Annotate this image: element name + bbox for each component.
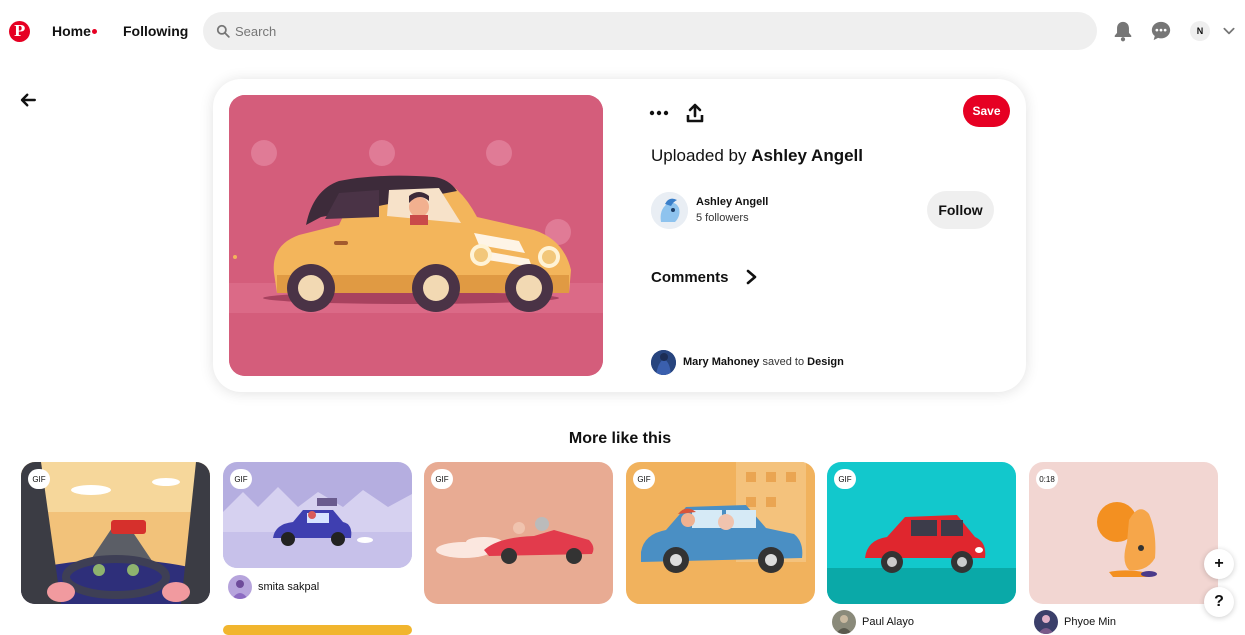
chevron-down-icon[interactable] [1222,24,1236,38]
saver-name-link[interactable]: Mary Mahoney [683,356,759,368]
saver-avatar[interactable] [651,350,676,375]
related-pin-tile[interactable] [223,625,412,635]
follow-button[interactable]: Follow [927,191,994,229]
video-duration-badge: 0:18 [1036,469,1058,489]
pinner-avatar [1034,610,1058,634]
related-pin-tile[interactable]: 0:18 [1029,462,1218,604]
pin-image[interactable] [229,95,603,376]
uploaded-by-prefix: Uploaded by [651,146,747,165]
pinner-name: Paul Alayo [862,616,914,628]
more-options-icon[interactable] [649,103,669,123]
search-input[interactable] [235,12,1075,50]
comments-heading[interactable]: Comments [651,269,729,286]
creator-followers: 5 followers [696,212,749,224]
pinner-row[interactable]: Phyoe Min [1034,610,1116,634]
create-plus-button[interactable]: + [1204,549,1234,579]
uploaded-by-text: Uploaded by Ashley Angell [651,146,863,166]
red-convertible-illustration-icon [424,462,613,604]
related-pin-tile[interactable]: GIF [827,462,1016,604]
notification-dot-icon [92,29,97,34]
nav-home-link[interactable]: Home [52,23,91,39]
uploader-link[interactable]: Ashley Angell [751,146,863,165]
gif-badge: GIF [834,469,856,489]
related-pin-tile[interactable]: GIF [424,462,613,604]
gif-badge: GIF [633,469,655,489]
car-illustration-icon [229,95,603,376]
pony-avatar-icon [651,192,688,229]
user-avatar[interactable]: N [1190,21,1210,41]
pinterest-logo-icon[interactable]: P [9,21,30,42]
gif-badge: GIF [28,469,50,489]
pin-closeup-card: Save Uploaded by Ashley Angell Ashley An… [213,79,1026,392]
driving-illustration-icon [21,462,210,604]
creator-name[interactable]: Ashley Angell [696,196,768,208]
pinner-name: Phyoe Min [1064,616,1116,628]
notifications-bell-icon[interactable] [1112,20,1134,42]
related-pin-tile[interactable]: GIF [223,462,412,568]
red-car-illustration-icon [827,462,1016,604]
search-bar[interactable] [203,12,1097,50]
pinner-row[interactable]: Paul Alayo [832,610,914,634]
pinner-avatar [832,610,856,634]
pinner-avatar [228,575,252,599]
blue-car-illustration-icon [626,462,815,604]
gif-badge: GIF [431,469,453,489]
creator-avatar[interactable] [651,192,688,229]
back-arrow-icon[interactable] [19,91,37,109]
board-link[interactable]: Design [807,356,844,368]
more-like-this-heading: More like this [568,430,672,447]
saved-to-label: saved to [762,356,805,368]
chevron-right-icon[interactable] [744,269,758,285]
top-nav-bar: P Home Following N [0,0,1245,62]
nav-following-link[interactable]: Following [123,23,188,39]
messages-icon[interactable] [1150,20,1172,42]
related-pin-tile[interactable]: GIF [626,462,815,604]
saver-photo-icon [651,350,676,375]
character-illustration-icon [1029,462,1218,604]
pinner-row[interactable]: smita sakpal [228,575,319,599]
related-pin-tile[interactable]: GIF [21,462,210,604]
help-button[interactable]: ? [1204,587,1234,617]
share-icon[interactable] [686,103,704,123]
pinner-name: smita sakpal [258,581,320,593]
save-button[interactable]: Save [963,95,1010,127]
gif-badge: GIF [230,469,252,489]
search-icon [216,24,230,38]
saved-to-text: Mary Mahoney saved to Design [683,356,844,368]
